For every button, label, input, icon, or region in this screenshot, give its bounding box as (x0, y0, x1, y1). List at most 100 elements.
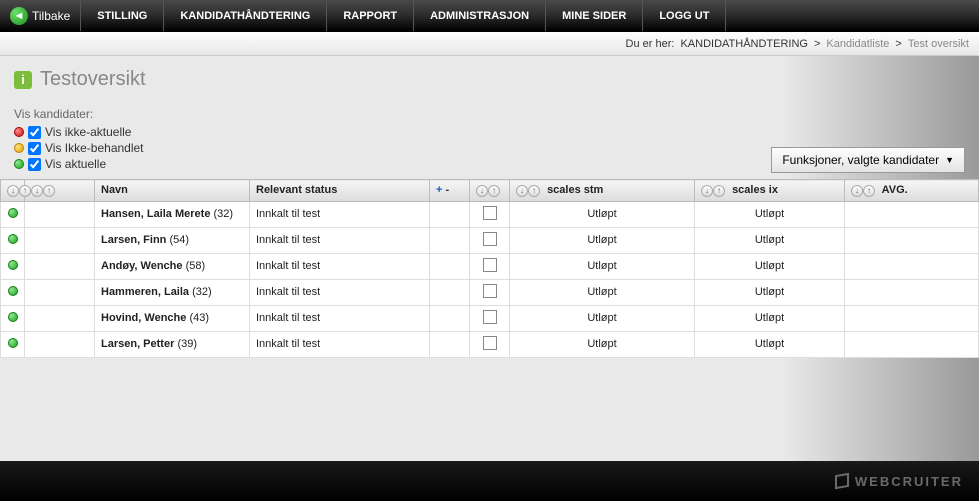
row-ix: Utløpt (695, 279, 845, 305)
sort-icons[interactable]: ↓↑ (31, 185, 55, 197)
row-avg (845, 279, 979, 305)
top-nav: ◄ Tilbake STILLING KANDIDATHÅNDTERING RA… (0, 0, 979, 32)
filter-ikke-behandlet-checkbox[interactable] (28, 142, 41, 155)
breadcrumb: Du er her: KANDIDATHÅNDTERING > Kandidat… (0, 32, 979, 56)
nav-administrasjon[interactable]: ADMINISTRASJON (414, 0, 546, 31)
row-stm: Utløpt (510, 227, 695, 253)
row-status-dot (1, 331, 25, 357)
back-label: Tilbake (32, 9, 70, 23)
col-avg-label: AVG. (882, 184, 908, 196)
status-dot-green-icon (8, 286, 18, 296)
row-name[interactable]: Hovind, Wenche (43) (95, 305, 250, 331)
row-plusminus (430, 253, 470, 279)
row-plusminus (430, 331, 470, 357)
row-checkbox-cell (470, 305, 510, 331)
row-name[interactable]: Larsen, Petter (39) (95, 331, 250, 357)
row-empty (25, 279, 95, 305)
back-button[interactable]: ◄ Tilbake (0, 0, 81, 31)
breadcrumb-item-2[interactable]: Kandidatliste (826, 38, 889, 50)
row-checkbox[interactable] (483, 232, 497, 246)
col-sort[interactable]: ↓↑ (25, 180, 95, 202)
functions-row: Funksjoner, valgte kandidater ▼ (0, 147, 979, 179)
row-checkbox-cell (470, 227, 510, 253)
functions-dropdown[interactable]: Funksjoner, valgte kandidater ▼ (771, 147, 965, 173)
col-checkbox[interactable]: ↓↑ (470, 180, 510, 202)
filter-ikke-aktuelle-label: Vis ikke-aktuelle (45, 125, 131, 139)
col-avg[interactable]: ↓↑ AVG. (845, 180, 979, 202)
row-checkbox[interactable] (483, 336, 497, 350)
functions-label: Funksjoner, valgte kandidater (782, 153, 939, 167)
col-navn[interactable]: Navn (95, 180, 250, 202)
table-row[interactable]: Hovind, Wenche (43)Innkalt til test Utløp… (1, 305, 979, 331)
row-avg (845, 253, 979, 279)
plus-minus-icon: + - (436, 184, 449, 196)
row-name[interactable]: Hammeren, Laila (32) (95, 279, 250, 305)
col-scales-stm[interactable]: ↓↑ scales stm (510, 180, 695, 202)
row-name[interactable]: Hansen, Laila Merete (32) (95, 201, 250, 227)
row-ix: Utløpt (695, 331, 845, 357)
col-scales-ix-label: scales ix (732, 184, 778, 196)
col-navn-label: Navn (101, 184, 128, 196)
row-checkbox[interactable] (483, 310, 497, 324)
status-dot-green-icon (8, 234, 18, 244)
status-dot-green-icon (8, 208, 18, 218)
col-plus-minus[interactable]: + - (430, 180, 470, 202)
sort-icons[interactable]: ↓↑ (701, 185, 725, 197)
table-row[interactable]: Larsen, Finn (54)Innkalt til testUtløptU… (1, 227, 979, 253)
row-plusminus (430, 305, 470, 331)
col-status-label: Relevant status (256, 184, 337, 196)
brand-text: WEBCRUITER (855, 474, 963, 489)
candidates-table: ↓↑ ↓↑ Navn Relevant status + - ↓↑ (0, 179, 979, 358)
table-row[interactable]: Hansen, Laila Merete (32)Innkalt til tes… (1, 201, 979, 227)
breadcrumb-item-1[interactable]: KANDIDATHÅNDTERING (680, 38, 808, 50)
row-checkbox[interactable] (483, 284, 497, 298)
table-row[interactable]: Larsen, Petter (39)Innkalt til testUtløp… (1, 331, 979, 357)
row-status-dot (1, 305, 25, 331)
table-row[interactable]: Andøy, Wenche (58)Innkalt til testUtløpt… (1, 253, 979, 279)
row-name[interactable]: Andøy, Wenche (58) (95, 253, 250, 279)
table-row[interactable]: Hammeren, Laila (32)Innkalt til test Utlø… (1, 279, 979, 305)
row-stm: Utløpt (510, 331, 695, 357)
col-status[interactable]: Relevant status (250, 180, 430, 202)
status-dot-red-icon (14, 127, 24, 137)
row-checkbox-cell (470, 279, 510, 305)
content-area: Du er her: KANDIDATHÅNDTERING > Kandidat… (0, 32, 979, 461)
sort-icons[interactable]: ↓↑ (476, 185, 500, 197)
row-empty (25, 253, 95, 279)
filter-aktuelle-label: Vis aktuelle (45, 157, 106, 171)
footer: WEBCRUITER (0, 461, 979, 501)
row-checkbox-cell (470, 331, 510, 357)
row-avg (845, 331, 979, 357)
row-status-dot (1, 201, 25, 227)
row-status-dot (1, 227, 25, 253)
nav-logg-ut[interactable]: LOGG UT (643, 0, 726, 31)
row-stm: Utløpt (510, 279, 695, 305)
col-scales-stm-label: scales stm (547, 184, 603, 196)
status-dot-green-icon (14, 159, 24, 169)
row-plusminus (430, 227, 470, 253)
row-ix: Utløpt (695, 305, 845, 331)
row-checkbox[interactable] (483, 206, 497, 220)
sort-icons[interactable]: ↓↑ (7, 185, 31, 197)
row-checkbox[interactable] (483, 258, 497, 272)
filter-aktuelle-checkbox[interactable] (28, 158, 41, 171)
chevron-down-icon: ▼ (945, 155, 954, 165)
filter-ikke-aktuelle-checkbox[interactable] (28, 126, 41, 139)
nav-stilling[interactable]: STILLING (81, 0, 164, 31)
row-status: Innkalt til test (250, 279, 430, 305)
nav-mine-sider[interactable]: MINE SIDER (546, 0, 643, 31)
row-plusminus (430, 201, 470, 227)
nav-rapport[interactable]: RAPPORT (327, 0, 414, 31)
col-status-dot[interactable]: ↓↑ (1, 180, 25, 202)
status-dot-green-icon (8, 338, 18, 348)
sort-icons[interactable]: ↓↑ (516, 185, 540, 197)
page-title: Testoversikt (40, 68, 146, 91)
nav-kandidathandtering[interactable]: KANDIDATHÅNDTERING (164, 0, 327, 31)
status-dot-yellow-icon (14, 143, 24, 153)
row-avg (845, 305, 979, 331)
row-name[interactable]: Larsen, Finn (54) (95, 227, 250, 253)
sort-icons[interactable]: ↓↑ (851, 185, 875, 197)
row-status: Innkalt til test (250, 305, 430, 331)
row-ix: Utløpt (695, 227, 845, 253)
col-scales-ix[interactable]: ↓↑ scales ix (695, 180, 845, 202)
